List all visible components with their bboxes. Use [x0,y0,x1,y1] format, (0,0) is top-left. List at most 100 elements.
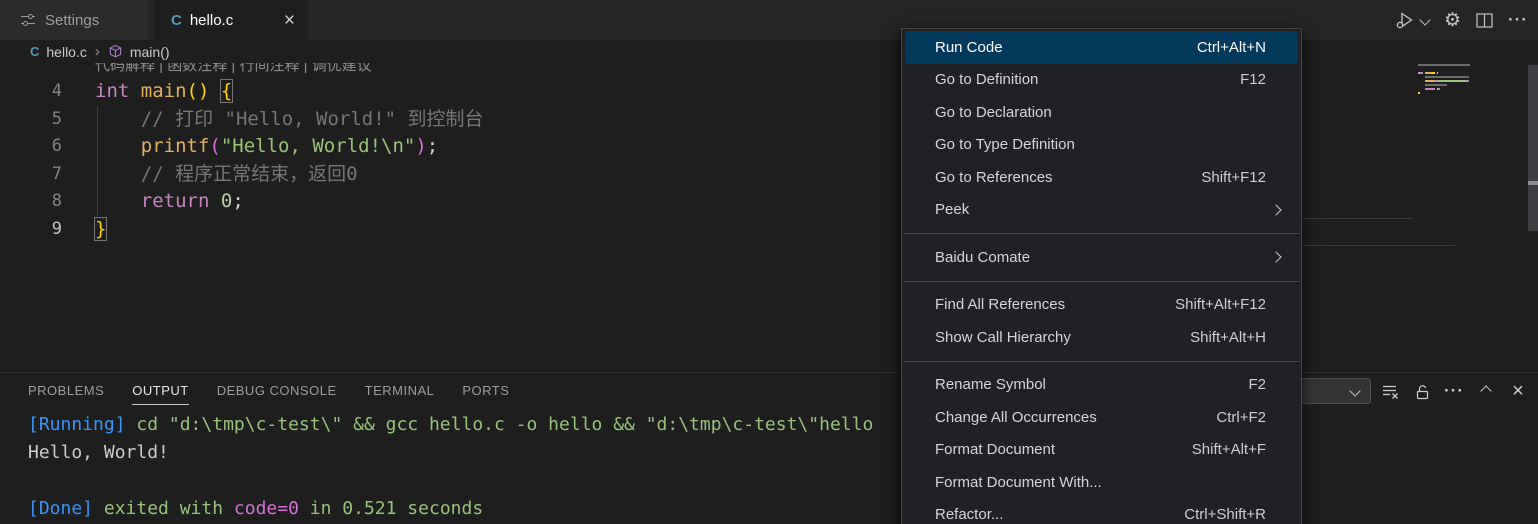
menu-item-go-to-declaration[interactable]: Go to Declaration [905,96,1298,129]
menu-item-label: Rename Symbol [935,376,1046,393]
breadcrumb-chevron-icon: › [95,44,100,59]
menu-item-peek[interactable]: Peek [905,194,1298,227]
breadcrumb-file[interactable]: hello.c [46,44,86,60]
overview-ruler-cursor-marker [1528,181,1538,185]
indent-guide [97,106,98,216]
menu-item-shortcut: Shift+F12 [1201,169,1266,186]
bottom-panel: PROBLEMS OUTPUT DEBUG CONSOLE TERMINAL P… [0,372,1538,524]
panel-actions: ··· × [1380,378,1528,404]
tab-hello-c[interactable]: C hello.c × [154,0,307,40]
menu-item-refactor[interactable]: Refactor... Ctrl+Shift+R [905,499,1298,524]
code-text: printf("Hello, World!\n"); [95,133,438,161]
tab-settings[interactable]: Settings [0,0,148,40]
code-text: // 程序正常结束，返回0 [95,161,358,189]
breadcrumb-symbol[interactable]: main() [130,44,170,60]
line-number: 7 [0,161,62,189]
menu-item-label: Go to Type Definition [935,136,1075,153]
output-line: Hello, World! [28,439,873,467]
menu-separator [903,233,1300,234]
line-number: 9 [0,216,62,244]
menu-item-shortcut: Shift+Alt+H [1190,329,1266,346]
menu-item-go-to-definition[interactable]: Go to DefinitionF12 [905,64,1298,97]
editor-context-menu: Run CodeCtrl+Alt+NGo to DefinitionF12Go … [901,28,1302,524]
split-editor-icon[interactable] [1476,13,1493,28]
breadcrumb: C hello.c › main() [0,40,1538,63]
line-number: 8 [0,188,62,216]
panel-tab-terminal[interactable]: TERMINAL [365,373,435,408]
line-number: 4 [0,78,62,106]
code-text: int main() { [95,78,232,106]
menu-item-shortcut: Ctrl+Alt+N [1197,39,1266,56]
submenu-chevron-icon [1270,204,1281,215]
menu-item-shortcut: F2 [1248,376,1266,393]
menu-item-baidu-comate[interactable]: Baidu Comate [905,241,1298,274]
code-text: } [95,216,106,244]
menu-item-label: Baidu Comate [935,249,1030,266]
hidden-widget-border [1303,245,1455,246]
panel-tab-output[interactable]: OUTPUT [132,373,188,408]
tab-close-icon[interactable]: × [284,11,295,30]
output-line: [Done] exited with code=0 in 0.521 secon… [28,495,873,523]
menu-item-show-call-hierarchy[interactable]: Show Call Hierarchy Shift+Alt+H [905,321,1298,354]
submenu-chevron-icon [1270,251,1281,262]
panel-tab-bar: PROBLEMS OUTPUT DEBUG CONSOLE TERMINAL P… [28,373,509,407]
output-line [28,467,873,495]
menu-item-shortcut: Shift+Alt+F [1192,441,1266,458]
menu-item-label: Format Document With... [935,474,1102,491]
chevron-down-icon [1349,385,1360,396]
maximize-panel-icon[interactable] [1476,381,1496,401]
more-actions-icon[interactable]: ··· [1508,10,1528,30]
line-number: 6 [0,133,62,161]
menu-item-label: Change All Occurrences [935,409,1097,426]
unlock-icon[interactable] [1412,381,1432,401]
run-dropdown-chevron-icon[interactable] [1419,14,1430,25]
editor-scrollbar[interactable] [1528,65,1538,231]
code-editor[interactable]: 代码解释 | 函数注释 | 行间注释 | 调优建议 4 int main() { 5… [0,63,1538,372]
menu-item-go-to-type-definition[interactable]: Go to Type Definition [905,129,1298,162]
panel-tab-ports[interactable]: PORTS [462,373,509,408]
menu-item-label: Refactor... [935,506,1003,523]
menu-item-label: Show Call Hierarchy [935,329,1071,346]
menu-item-format-document[interactable]: Format Document Shift+Alt+F [905,434,1298,467]
menu-item-label: Go to Definition [935,71,1038,88]
panel-tab-problems[interactable]: PROBLEMS [28,373,104,408]
menu-separator [903,361,1300,362]
output-content: [Running] cd "d:\tmp\c-test\" && gcc hel… [28,411,873,523]
menu-item-change-all-occurrences[interactable]: Change All Occurrences Ctrl+F2 [905,401,1298,434]
menu-separator [903,281,1300,282]
c-language-icon: C [30,44,39,59]
output-line: [Running] cd "d:\tmp\c-test\" && gcc hel… [28,411,873,439]
menu-item-label: Run Code [935,39,1003,56]
run-or-debug-button[interactable] [1394,10,1429,30]
menu-item-shortcut: Ctrl+F2 [1216,409,1266,426]
settings-sliders-icon [20,12,36,28]
clear-output-icon[interactable] [1380,381,1400,401]
gear-icon[interactable]: ⚙ [1444,9,1461,32]
code-text: return 0; [95,188,244,216]
menu-item-label: Go to Declaration [935,104,1052,121]
menu-item-rename-symbol[interactable]: Rename Symbol F2 [905,369,1298,402]
minimap[interactable] [1418,63,1498,183]
menu-item-shortcut: Shift+Alt+F12 [1175,296,1266,313]
tab-label: Settings [45,12,99,29]
editor-actions: ⚙ ··· [1394,0,1528,40]
menu-item-label: Peek [935,201,969,218]
menu-item-go-to-references[interactable]: Go to ReferencesShift+F12 [905,161,1298,194]
menu-item-shortcut: Ctrl+Shift+R [1184,506,1266,523]
codelens-links[interactable]: 代码解释 | 函数注释 | 行间注释 | 调优建议 [95,63,695,79]
menu-item-label: Find All References [935,296,1065,313]
close-panel-icon[interactable]: × [1508,381,1528,401]
panel-tab-debug-console[interactable]: DEBUG CONSOLE [217,373,337,408]
menu-item-format-document-with[interactable]: Format Document With... [905,466,1298,499]
vscode-window: Settings C hello.c × ⚙ ··· [0,0,1538,524]
code-text: // 打印 "Hello, World!" 到控制台 [95,106,484,134]
tab-label: hello.c [190,12,233,29]
menu-item-label: Format Document [935,441,1055,458]
symbol-cube-icon [108,44,123,59]
more-actions-icon[interactable]: ··· [1444,381,1464,401]
menu-item-run-code[interactable]: Run Code Ctrl+Alt+N [905,31,1298,64]
c-language-icon: C [171,12,182,29]
line-number: 5 [0,106,62,134]
menu-item-find-all-references[interactable]: Find All References Shift+Alt+F12 [905,289,1298,322]
editor-tab-bar: Settings C hello.c × ⚙ ··· [0,0,1538,40]
